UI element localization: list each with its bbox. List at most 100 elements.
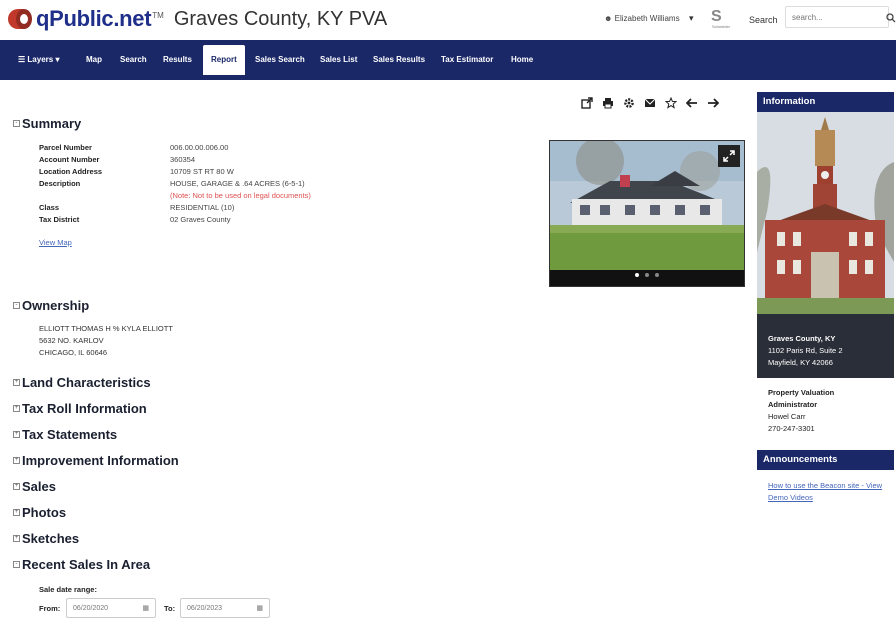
section-title: Recent Sales In Area: [22, 557, 151, 572]
summary-value: RESIDENTIAL (10): [170, 203, 235, 212]
photo-carousel-dots: [550, 264, 744, 282]
nav-sales-results[interactable]: Sales Results: [373, 55, 425, 64]
expand-icon[interactable]: [718, 145, 740, 167]
county-title: Graves County, KY PVA: [173, 7, 388, 30]
nav-sales-search[interactable]: Sales Search: [255, 55, 305, 64]
summary-value: 360354: [170, 155, 196, 164]
property-photo[interactable]: [549, 140, 745, 287]
sale-date-range-label: Sale date range:: [39, 585, 97, 594]
section-title: Land Characteristics: [22, 375, 151, 390]
nav-report[interactable]: Report: [203, 45, 245, 75]
section-ownership-title: Ownership: [22, 298, 90, 313]
owner-name: ELLIOTT THOMAS H % KYLA ELLIOTT: [39, 324, 173, 333]
pva-title-2: Administrator: [768, 400, 818, 409]
brand[interactable]: qPublic.net TM Graves County, KY PVA: [8, 6, 387, 32]
email-icon[interactable]: [643, 96, 657, 110]
from-date-value: 06/20/2020: [73, 604, 109, 612]
nav-search[interactable]: Search: [120, 55, 147, 64]
view-map-link[interactable]: View Map: [39, 238, 72, 247]
calendar-icon[interactable]: ▦: [256, 604, 263, 612]
nav-sales-list[interactable]: Sales List: [320, 55, 357, 64]
nav-map[interactable]: Map: [86, 55, 102, 64]
summary-label: Description: [39, 179, 81, 188]
summary-value: 006.00.00.006.00: [170, 143, 229, 152]
expand-toggle-icon: +: [13, 535, 20, 543]
expand-toggle-icon: +: [13, 379, 20, 387]
summary-label: Tax District: [39, 215, 80, 224]
pva-name: Howel Carr: [768, 412, 806, 421]
chevron-down-icon[interactable]: ▾: [689, 13, 694, 24]
summary-label: Location Address: [39, 167, 103, 176]
top-header: qPublic.net TM Graves County, KY PVA ☻ E…: [0, 0, 896, 40]
announcement-link[interactable]: How to use the Beacon site - View: [768, 481, 882, 490]
to-date-input[interactable]: 06/20/2023 ▦: [180, 598, 270, 618]
section-title: Photos: [22, 505, 67, 520]
section-sketches[interactable]: + Sketches: [13, 531, 79, 546]
carousel-dot[interactable]: [634, 273, 639, 277]
nav-home[interactable]: Home: [511, 55, 533, 64]
calendar-icon[interactable]: ▦: [142, 604, 149, 612]
summary-value: HOUSE, GARAGE & .64 ACRES (6-5-1): [170, 179, 305, 188]
report-toolbar: [580, 96, 727, 110]
pva-title: Property Valuation: [768, 388, 835, 397]
user-name: Elizabeth Williams: [614, 14, 680, 23]
section-tax-statements[interactable]: + Tax Statements: [13, 427, 117, 442]
expand-toggle-icon: +: [13, 405, 20, 413]
section-summary[interactable]: - Summary: [13, 116, 81, 131]
expand-toggle-icon: +: [13, 483, 20, 491]
collapse-icon: -: [13, 561, 20, 569]
summary-value: 02 Graves County: [170, 215, 231, 224]
expand-toggle-icon: +: [13, 431, 20, 439]
nav-layers-label: Layers: [27, 55, 54, 64]
section-improvement-information[interactable]: + Improvement Information: [13, 453, 179, 468]
user-icon: ☻: [604, 14, 613, 23]
user-menu[interactable]: ☻ Elizabeth Williams: [604, 14, 680, 23]
section-title: Tax Roll Information: [22, 401, 147, 416]
main-nav: ☰ Layers ▾ Map Search Results Report Sal…: [0, 40, 896, 80]
qpublic-logo-icon: [8, 7, 34, 31]
collapse-icon: -: [13, 120, 20, 128]
from-label: From:: [39, 604, 61, 613]
section-sales[interactable]: + Sales: [13, 479, 56, 494]
carousel-dot[interactable]: [655, 273, 660, 277]
summary-label: Account Number: [39, 155, 100, 164]
search-icon[interactable]: [886, 13, 896, 23]
from-date-input[interactable]: 06/20/2020 ▦: [66, 598, 156, 618]
schneider-logo: S Schneider: [706, 6, 732, 32]
to-label: To:: [164, 604, 176, 613]
county-caption: Graves County, KY: [768, 334, 836, 343]
carousel-dot[interactable]: [645, 273, 649, 277]
gear-icon[interactable]: [622, 96, 636, 110]
schneider-label: Schneider: [711, 24, 730, 29]
owner-city: CHICAGO, IL 60646: [39, 348, 108, 357]
star-icon[interactable]: [664, 96, 678, 110]
section-summary-title: Summary: [22, 116, 82, 131]
section-recent-sales[interactable]: - Recent Sales In Area: [13, 557, 150, 572]
brand-name: qPublic.net: [36, 6, 152, 31]
arrow-left-icon[interactable]: [685, 96, 699, 110]
expand-toggle-icon: +: [13, 509, 20, 517]
county-city: Mayfield, KY 42066: [768, 358, 833, 367]
announcement-link[interactable]: Demo Videos: [768, 493, 813, 502]
section-title: Sales: [22, 479, 56, 494]
section-land-characteristics[interactable]: + Land Characteristics: [13, 375, 151, 390]
search-label: Search: [749, 15, 778, 25]
share-icon[interactable]: [580, 96, 594, 110]
summary-value: 10709 ST RT 80 W: [170, 167, 234, 176]
section-tax-roll-information[interactable]: + Tax Roll Information: [13, 401, 147, 416]
arrow-right-icon[interactable]: [706, 96, 720, 110]
nav-tax-estimator[interactable]: Tax Estimator: [441, 55, 493, 64]
section-ownership[interactable]: - Ownership: [13, 298, 89, 313]
chevron-down-icon: ▾: [55, 55, 60, 64]
search-input[interactable]: [785, 6, 889, 28]
layers-icon: ☰: [18, 55, 26, 64]
county-address: 1102 Paris Rd, Suite 2: [768, 346, 843, 355]
expand-toggle-icon: +: [13, 457, 20, 465]
nav-results[interactable]: Results: [163, 55, 192, 64]
section-title: Sketches: [22, 531, 80, 546]
section-photos[interactable]: + Photos: [13, 505, 66, 520]
summary-label: Class: [39, 203, 60, 212]
announcements-header: Announcements: [757, 450, 894, 470]
nav-layers[interactable]: ☰ Layers ▾: [18, 55, 59, 64]
print-icon[interactable]: [601, 96, 615, 110]
